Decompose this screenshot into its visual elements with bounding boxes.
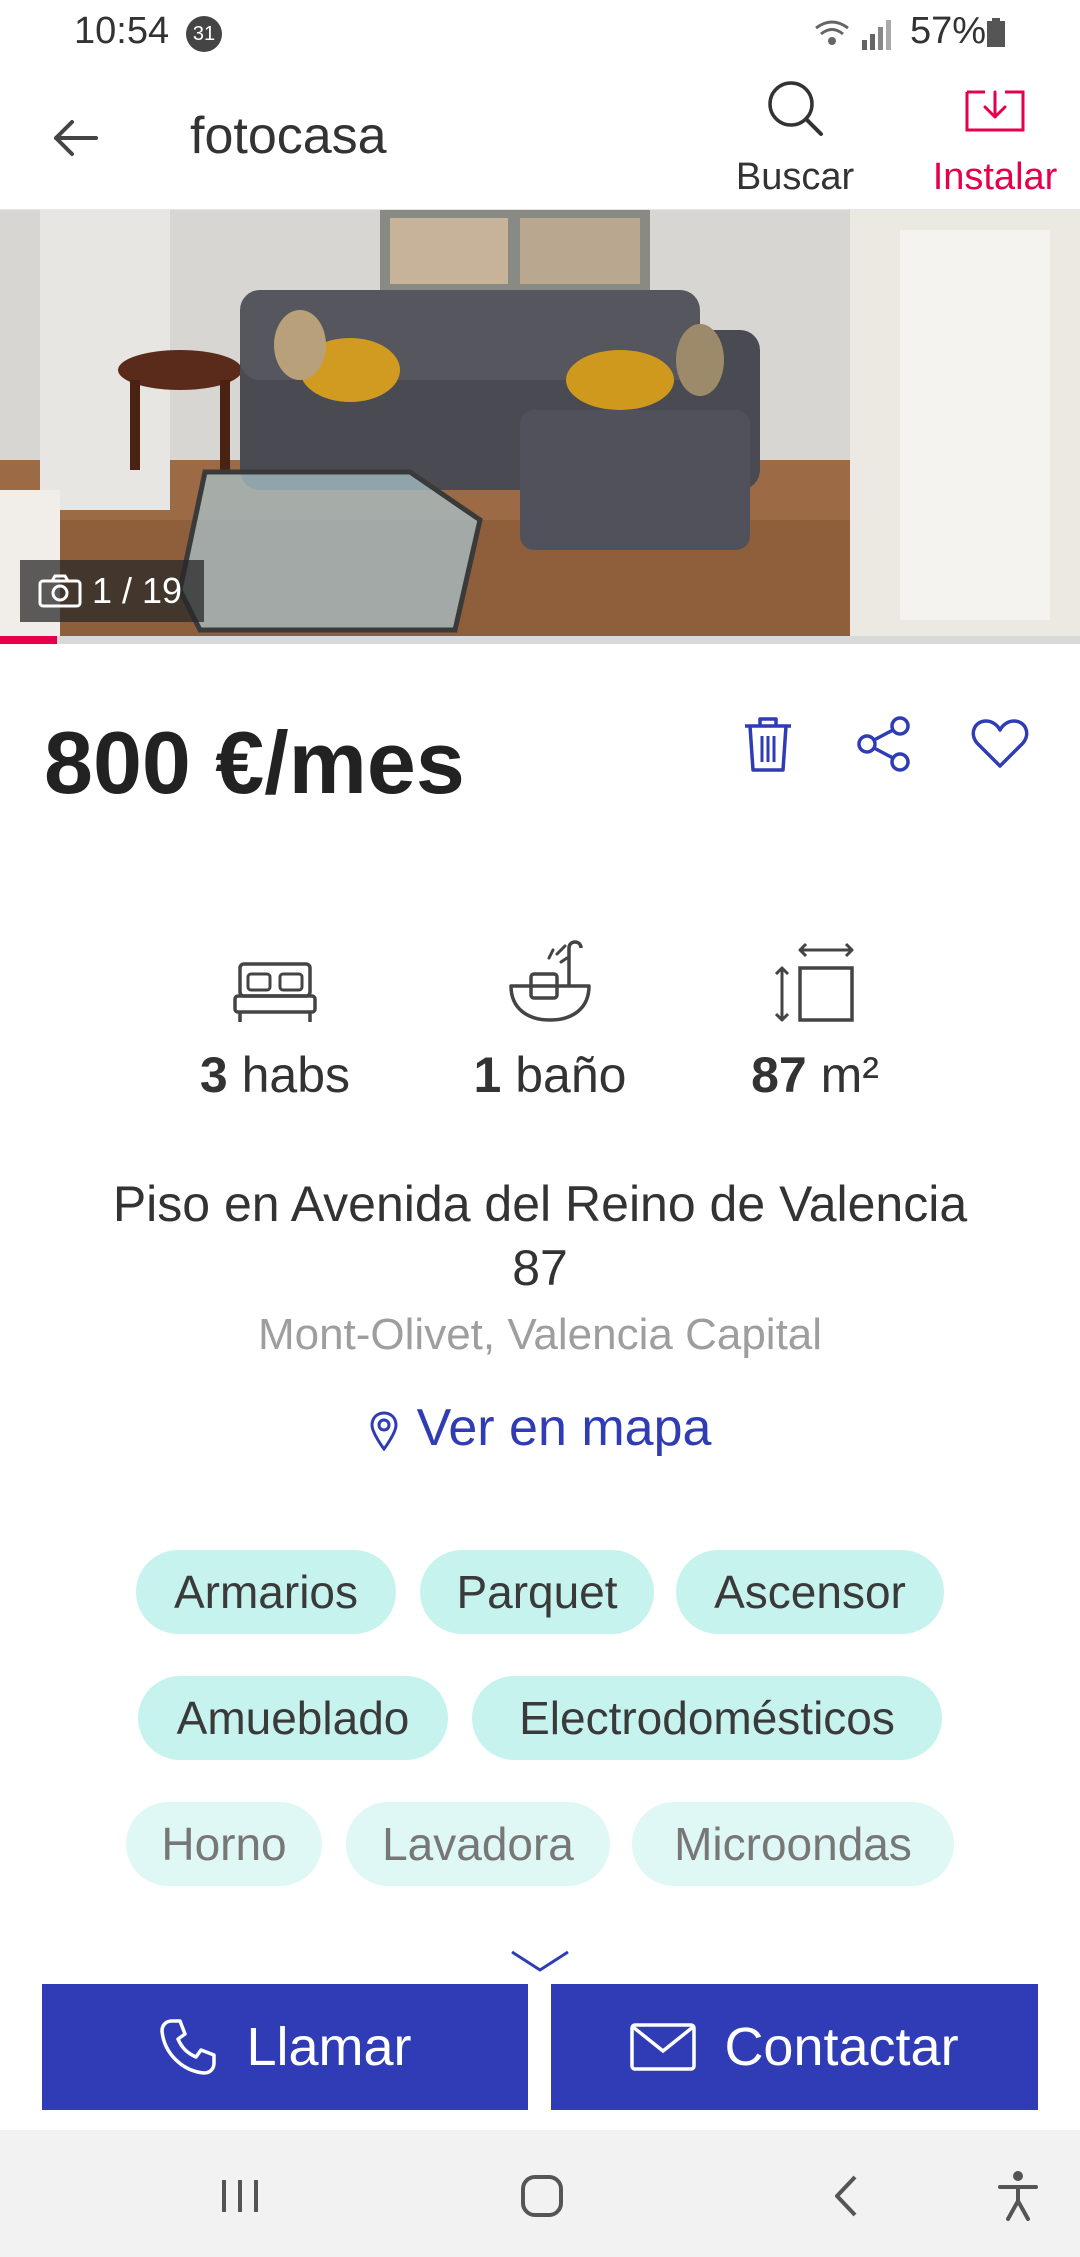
home-button[interactable] <box>512 2166 572 2226</box>
install-button[interactable]: Instalar <box>910 72 1080 212</box>
call-label: Llamar <box>246 2017 412 2077</box>
area-unit: m² <box>806 1047 879 1103</box>
contact-label: Contactar <box>724 2017 959 2077</box>
feature-bedrooms: 3 habs <box>165 930 385 1104</box>
photo-counter: 1 / 19 <box>20 560 205 622</box>
address-line-2: 87 <box>512 1240 568 1296</box>
back-button[interactable] <box>40 108 110 168</box>
favorite-button[interactable] <box>968 712 1032 776</box>
search-button[interactable]: Buscar <box>720 72 870 212</box>
accessibility-icon <box>998 2171 1038 2221</box>
heart-icon <box>971 719 1029 768</box>
bathrooms-value: 1 <box>473 1047 502 1103</box>
recent-apps-icon <box>222 2180 258 2212</box>
accessibility-button[interactable] <box>988 2166 1048 2226</box>
download-icon <box>965 90 1025 132</box>
system-nav-bar <box>0 2130 1080 2257</box>
tag-electrodomesticos: Electrodomésticos <box>472 1676 942 1760</box>
listing-location: Mont-Olivet, Valencia Capital <box>257 1310 823 1359</box>
map-pin-icon <box>370 1411 398 1452</box>
tag-ascensor: Ascensor <box>676 1550 944 1634</box>
camera-icon <box>38 574 82 608</box>
bathtub-icon <box>509 940 591 1022</box>
area-icon <box>774 942 854 1022</box>
recent-apps-button[interactable] <box>210 2166 270 2226</box>
share-icon <box>857 716 910 772</box>
gallery-progress-fill <box>0 636 58 644</box>
battery-level: 57% <box>910 10 987 52</box>
search-label: Buscar <box>735 156 855 198</box>
view-map-link[interactable]: Ver en mapa <box>0 1398 1080 1458</box>
area-value: 87 <box>751 1047 807 1103</box>
bedrooms-value: 3 <box>199 1047 228 1103</box>
tag-horno: Horno <box>126 1802 322 1886</box>
search-icon <box>768 81 823 136</box>
listing-price: 800 €/mes <box>44 713 465 812</box>
call-button[interactable]: Llamar <box>42 1984 528 2110</box>
arrow-left-icon <box>54 120 98 156</box>
delete-button[interactable] <box>736 712 800 776</box>
bedrooms-unit: habs <box>227 1047 351 1103</box>
home-icon <box>521 2175 563 2217</box>
photo-counter-text: 1 / 19 <box>92 570 183 611</box>
chevron-down-icon[interactable] <box>510 1950 570 1972</box>
feature-bathrooms: 1 baño <box>440 930 660 1104</box>
notification-badge: 31 <box>186 16 222 52</box>
phone-icon <box>160 2019 217 2075</box>
trash-icon <box>745 717 791 772</box>
back-nav-button[interactable] <box>816 2166 876 2226</box>
tag-amueblado: Amueblado <box>138 1676 448 1760</box>
bed-icon <box>233 962 317 1022</box>
mail-icon <box>630 2023 697 2071</box>
bathrooms-unit: baño <box>501 1047 627 1103</box>
battery-icon <box>987 18 1005 47</box>
view-map-label: Ver en mapa <box>416 1399 712 1457</box>
brand-name: fotocasa <box>190 107 387 165</box>
install-label: Instalar <box>932 156 1058 198</box>
tag-microondas: Microondas <box>632 1802 954 1886</box>
listing-photo[interactable]: 1 / 19 <box>0 210 1080 636</box>
listing-address: Piso en Avenida del Reino de Valencia 87 <box>40 1172 1040 1300</box>
tag-parquet: Parquet <box>420 1550 654 1634</box>
share-button[interactable] <box>852 712 916 776</box>
contact-button[interactable]: Contactar <box>551 1984 1038 2110</box>
address-line-1: Piso en Avenida del Reino de Valencia <box>112 1176 968 1232</box>
signal-icon <box>815 20 891 50</box>
tag-lavadora: Lavadora <box>346 1802 610 1886</box>
gallery-progress <box>0 636 1080 644</box>
chevron-left-icon <box>835 2175 857 2217</box>
status-bar: 10:54 31 57% <box>0 0 1080 66</box>
feature-area: 87 m² <box>705 930 925 1104</box>
status-time: 10:54 <box>74 10 170 52</box>
app-header: fotocasa Buscar Instalar <box>0 66 1080 210</box>
tag-armarios: Armarios <box>136 1550 396 1634</box>
